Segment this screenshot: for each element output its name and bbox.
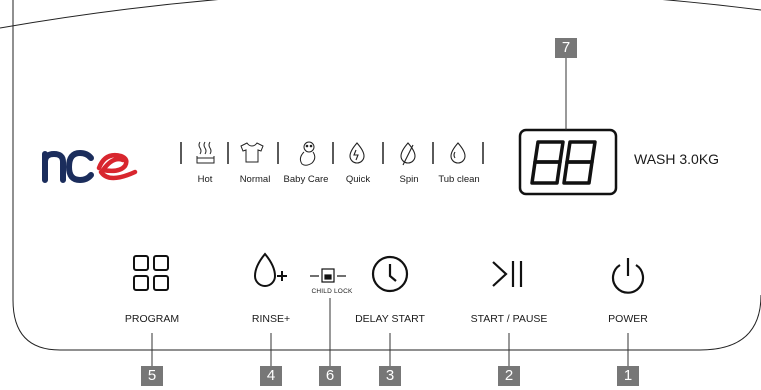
capacity-label: WASH 3.0KG xyxy=(634,151,720,167)
shirt-icon xyxy=(240,142,264,163)
delay-start-button[interactable]: DELAY START xyxy=(335,313,445,325)
brand-logo xyxy=(42,149,138,184)
power-icon xyxy=(611,258,645,294)
callout-tag-5: 5 xyxy=(141,366,163,386)
panel-top-edge xyxy=(0,0,761,29)
drop-plus-icon xyxy=(253,252,287,287)
grid-icon xyxy=(133,255,169,291)
clock-icon xyxy=(371,255,409,293)
callout-tag-1: 1 xyxy=(617,366,639,386)
callout-tag-3: 3 xyxy=(379,366,401,386)
control-panel xyxy=(0,0,761,366)
callout-tag-4: 4 xyxy=(260,366,282,386)
callout-tag-2: 2 xyxy=(498,366,520,386)
callout-tag-6: 6 xyxy=(319,366,341,386)
start-pause-button[interactable]: START / PAUSE xyxy=(454,313,564,325)
baby-icon xyxy=(299,141,316,166)
seven-segment-digits xyxy=(530,140,597,185)
rinse-button[interactable]: RINSE+ xyxy=(216,313,326,325)
spin-drop-icon xyxy=(400,142,416,166)
play-pause-icon xyxy=(492,261,523,287)
program-separators xyxy=(180,142,484,164)
quick-drop-icon xyxy=(349,142,365,164)
program-label-tub-clean[interactable]: Tub clean xyxy=(427,174,491,185)
power-button[interactable]: POWER xyxy=(573,313,683,325)
callout-tag-7: 7 xyxy=(555,38,577,58)
program-button[interactable]: PROGRAM xyxy=(97,313,207,325)
child-lock-label: CHILD LOCK xyxy=(311,288,353,295)
hot-water-icon xyxy=(196,141,215,164)
lock-icon xyxy=(310,268,346,283)
tub-clean-drop-icon xyxy=(450,142,466,164)
